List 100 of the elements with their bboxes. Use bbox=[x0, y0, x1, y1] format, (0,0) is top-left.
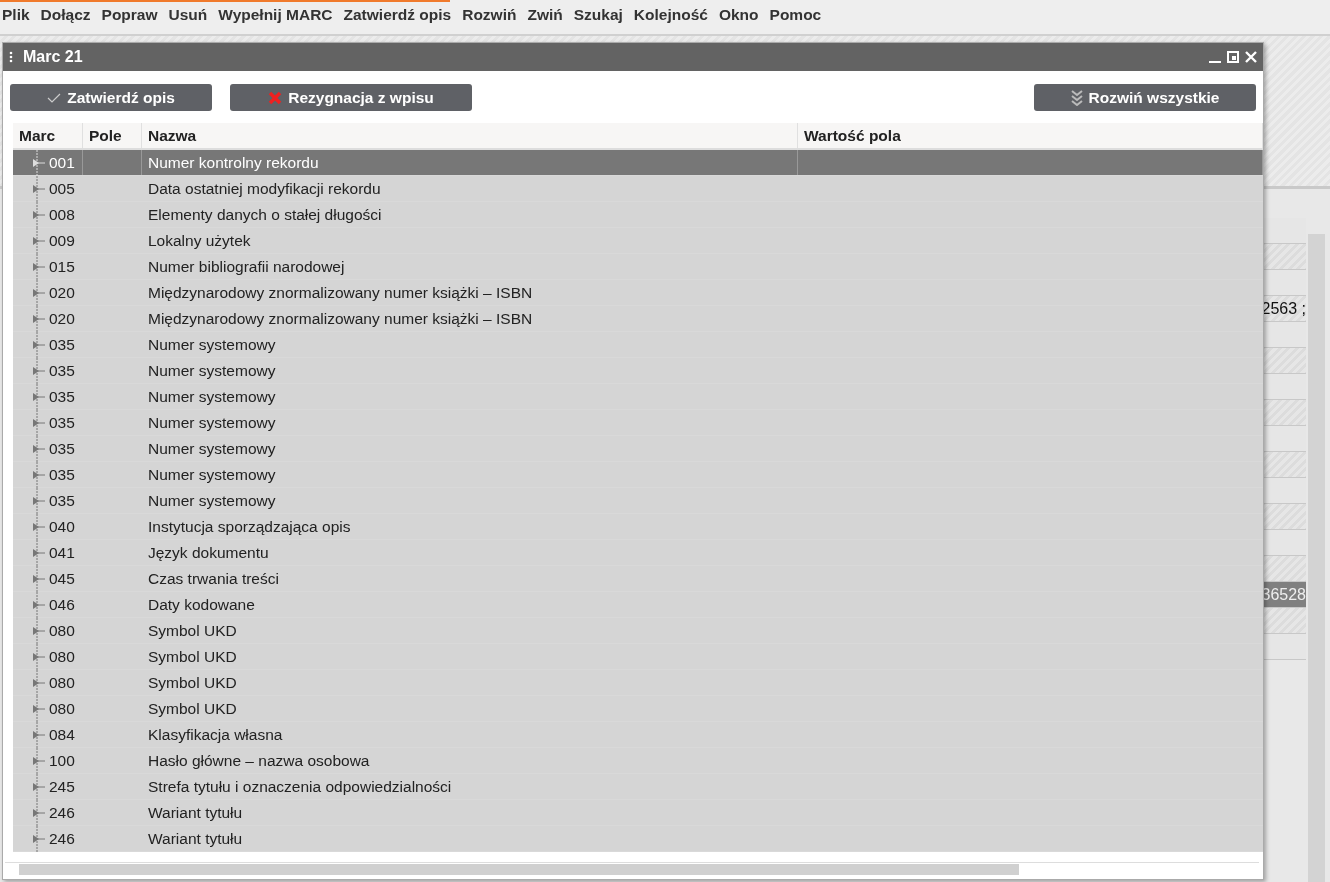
table-row[interactable]: 035 Numer systemowy bbox=[13, 462, 1263, 488]
table-cell: Numer systemowy bbox=[148, 465, 276, 484]
tree-branch-icon[interactable] bbox=[33, 514, 45, 540]
table-row[interactable]: 084 Klasyfikacja własna bbox=[13, 722, 1263, 748]
menu-item[interactable]: Usuń bbox=[168, 6, 212, 24]
tree-branch-icon[interactable] bbox=[33, 306, 45, 332]
table-row[interactable]: 035 Numer systemowy bbox=[13, 488, 1263, 514]
tree-branch-icon[interactable] bbox=[33, 410, 45, 436]
menu-item[interactable]: Dołącz bbox=[40, 6, 95, 24]
table-row[interactable]: 015 Numer bibliografii narodowej bbox=[13, 254, 1263, 280]
column-header[interactable]: Nazwa bbox=[142, 123, 798, 148]
table-row[interactable]: 008 Elementy danych o stałej długości bbox=[13, 202, 1263, 228]
menu-item[interactable]: Zatwierdź opis bbox=[343, 6, 456, 24]
double-chevron-down-icon bbox=[1070, 89, 1083, 106]
column-header[interactable]: Marc bbox=[13, 123, 83, 148]
menu-item[interactable]: Okno bbox=[718, 6, 763, 24]
table-row[interactable]: 046 Daty kodowane bbox=[13, 592, 1263, 618]
table-row[interactable]: 005 Data ostatniej modyfikacji rekordu bbox=[13, 176, 1263, 202]
tree-branch-icon[interactable] bbox=[33, 774, 45, 800]
table-row[interactable]: 020 Międzynarodowy znormalizowany numer książki – ISBN bbox=[13, 306, 1263, 332]
table-row[interactable]: 035 Numer systemowy bbox=[13, 410, 1263, 436]
grip-icon[interactable] bbox=[9, 51, 13, 63]
tree-branch-icon[interactable] bbox=[33, 358, 45, 384]
table-row[interactable]: 040 Instytucja sporządzająca opis bbox=[13, 514, 1263, 540]
table-cell: Numer kontrolny rekordu bbox=[148, 153, 319, 172]
menu-item[interactable]: Zwiń bbox=[527, 6, 567, 24]
tree-branch-icon[interactable] bbox=[33, 644, 45, 670]
table-cell: Data ostatniej modyfikacji rekordu bbox=[148, 179, 381, 198]
tree-branch-icon[interactable] bbox=[33, 332, 45, 358]
tree-branch-icon[interactable] bbox=[33, 280, 45, 306]
expand-all-button[interactable]: Rozwiń wszystkie bbox=[1034, 84, 1256, 111]
tree-branch-icon[interactable] bbox=[33, 592, 45, 618]
tree-branch-icon[interactable] bbox=[33, 254, 45, 280]
horizontal-scrollbar[interactable] bbox=[5, 862, 1259, 876]
tree-branch-icon[interactable] bbox=[33, 826, 45, 852]
tree-branch-icon[interactable] bbox=[33, 436, 45, 462]
tree-branch-icon[interactable] bbox=[33, 176, 45, 202]
menu-item[interactable]: Pomoc bbox=[769, 6, 826, 24]
table-row[interactable]: 246 Wariant tytułu bbox=[13, 800, 1263, 826]
table-cell: 035 bbox=[49, 335, 75, 354]
cancel-button[interactable]: Rezygnacja z wpisu bbox=[230, 84, 472, 111]
table-cell: Symbol UKD bbox=[148, 673, 237, 692]
menu-item[interactable]: Rozwiń bbox=[462, 6, 521, 24]
table-cell: Numer systemowy bbox=[148, 439, 276, 458]
table-cell: 246 bbox=[49, 803, 75, 822]
table-row[interactable]: 045 Czas trwania treści bbox=[13, 566, 1263, 592]
tree-branch-icon[interactable] bbox=[33, 670, 45, 696]
column-header[interactable]: Pole bbox=[83, 123, 142, 148]
table-cell: Lokalny użytek bbox=[148, 231, 251, 250]
table-cell: 040 bbox=[49, 517, 75, 536]
table-cell: 041 bbox=[49, 543, 75, 562]
table-row[interactable]: 080 Symbol UKD bbox=[13, 618, 1263, 644]
menu-item[interactable]: Kolejność bbox=[633, 6, 712, 24]
table-cell: 080 bbox=[49, 647, 75, 666]
tree-branch-icon[interactable] bbox=[33, 462, 45, 488]
tree-branch-icon[interactable] bbox=[33, 228, 45, 254]
confirm-button[interactable]: Zatwierdź opis bbox=[10, 84, 212, 111]
table-row[interactable]: 009 Lokalny użytek bbox=[13, 228, 1263, 254]
table-row[interactable]: 035 Numer systemowy bbox=[13, 436, 1263, 462]
table-row[interactable]: 245 Strefa tytułu i oznaczenia odpowiedzialności bbox=[13, 774, 1263, 800]
table-cell: Instytucja sporządzająca opis bbox=[148, 517, 351, 536]
tree-branch-icon[interactable] bbox=[33, 722, 45, 748]
table-cell: Numer systemowy bbox=[148, 335, 276, 354]
tree-branch-icon[interactable] bbox=[33, 488, 45, 514]
tree-branch-icon[interactable] bbox=[33, 618, 45, 644]
table-row[interactable]: 080 Symbol UKD bbox=[13, 670, 1263, 696]
table-cell: 035 bbox=[49, 439, 75, 458]
tree-branch-icon[interactable] bbox=[33, 800, 45, 826]
table-row[interactable]: 041 Język dokumentu bbox=[13, 540, 1263, 566]
tree-branch-icon[interactable] bbox=[33, 540, 45, 566]
close-icon[interactable] bbox=[1245, 51, 1257, 63]
table-row[interactable]: 001 Numer kontrolny rekordu bbox=[13, 150, 1263, 176]
tree-branch-icon[interactable] bbox=[33, 202, 45, 228]
table-cell: Numer bibliografii narodowej bbox=[148, 257, 345, 276]
table-row[interactable]: 080 Symbol UKD bbox=[13, 696, 1263, 722]
table-cell: Klasyfikacja własna bbox=[148, 725, 283, 744]
table-cell: 009 bbox=[49, 231, 75, 250]
table-cell: 080 bbox=[49, 699, 75, 718]
tree-branch-icon[interactable] bbox=[33, 696, 45, 722]
menu-item[interactable]: Plik bbox=[2, 6, 34, 24]
menu-item[interactable]: Popraw bbox=[101, 6, 162, 24]
menu-item[interactable]: Szukaj bbox=[573, 6, 627, 24]
table-cell: 046 bbox=[49, 595, 75, 614]
table-row[interactable]: 035 Numer systemowy bbox=[13, 384, 1263, 410]
tree-branch-icon[interactable] bbox=[33, 150, 45, 176]
tree-branch-icon[interactable] bbox=[33, 748, 45, 774]
column-header[interactable]: Wartość pola bbox=[798, 123, 1263, 148]
menu-item[interactable]: Wypełnij MARC bbox=[218, 6, 337, 24]
table-row[interactable]: 080 Symbol UKD bbox=[13, 644, 1263, 670]
tree-branch-icon[interactable] bbox=[33, 566, 45, 592]
table-cell: Strefa tytułu i oznaczenia odpowiedzialności bbox=[148, 777, 452, 796]
table-row[interactable]: 035 Numer systemowy bbox=[13, 358, 1263, 384]
table-row[interactable]: 035 Numer systemowy bbox=[13, 332, 1263, 358]
restore-icon[interactable] bbox=[1227, 51, 1239, 63]
table-row[interactable]: 020 Międzynarodowy znormalizowany numer książki – ISBN bbox=[13, 280, 1263, 306]
table-row[interactable]: 246 Wariant tytułu bbox=[13, 826, 1263, 852]
check-icon bbox=[47, 92, 62, 103]
table-cell: Czas trwania treści bbox=[148, 569, 279, 588]
table-row[interactable]: 100 Hasło główne – nazwa osobowa bbox=[13, 748, 1263, 774]
tree-branch-icon[interactable] bbox=[33, 384, 45, 410]
